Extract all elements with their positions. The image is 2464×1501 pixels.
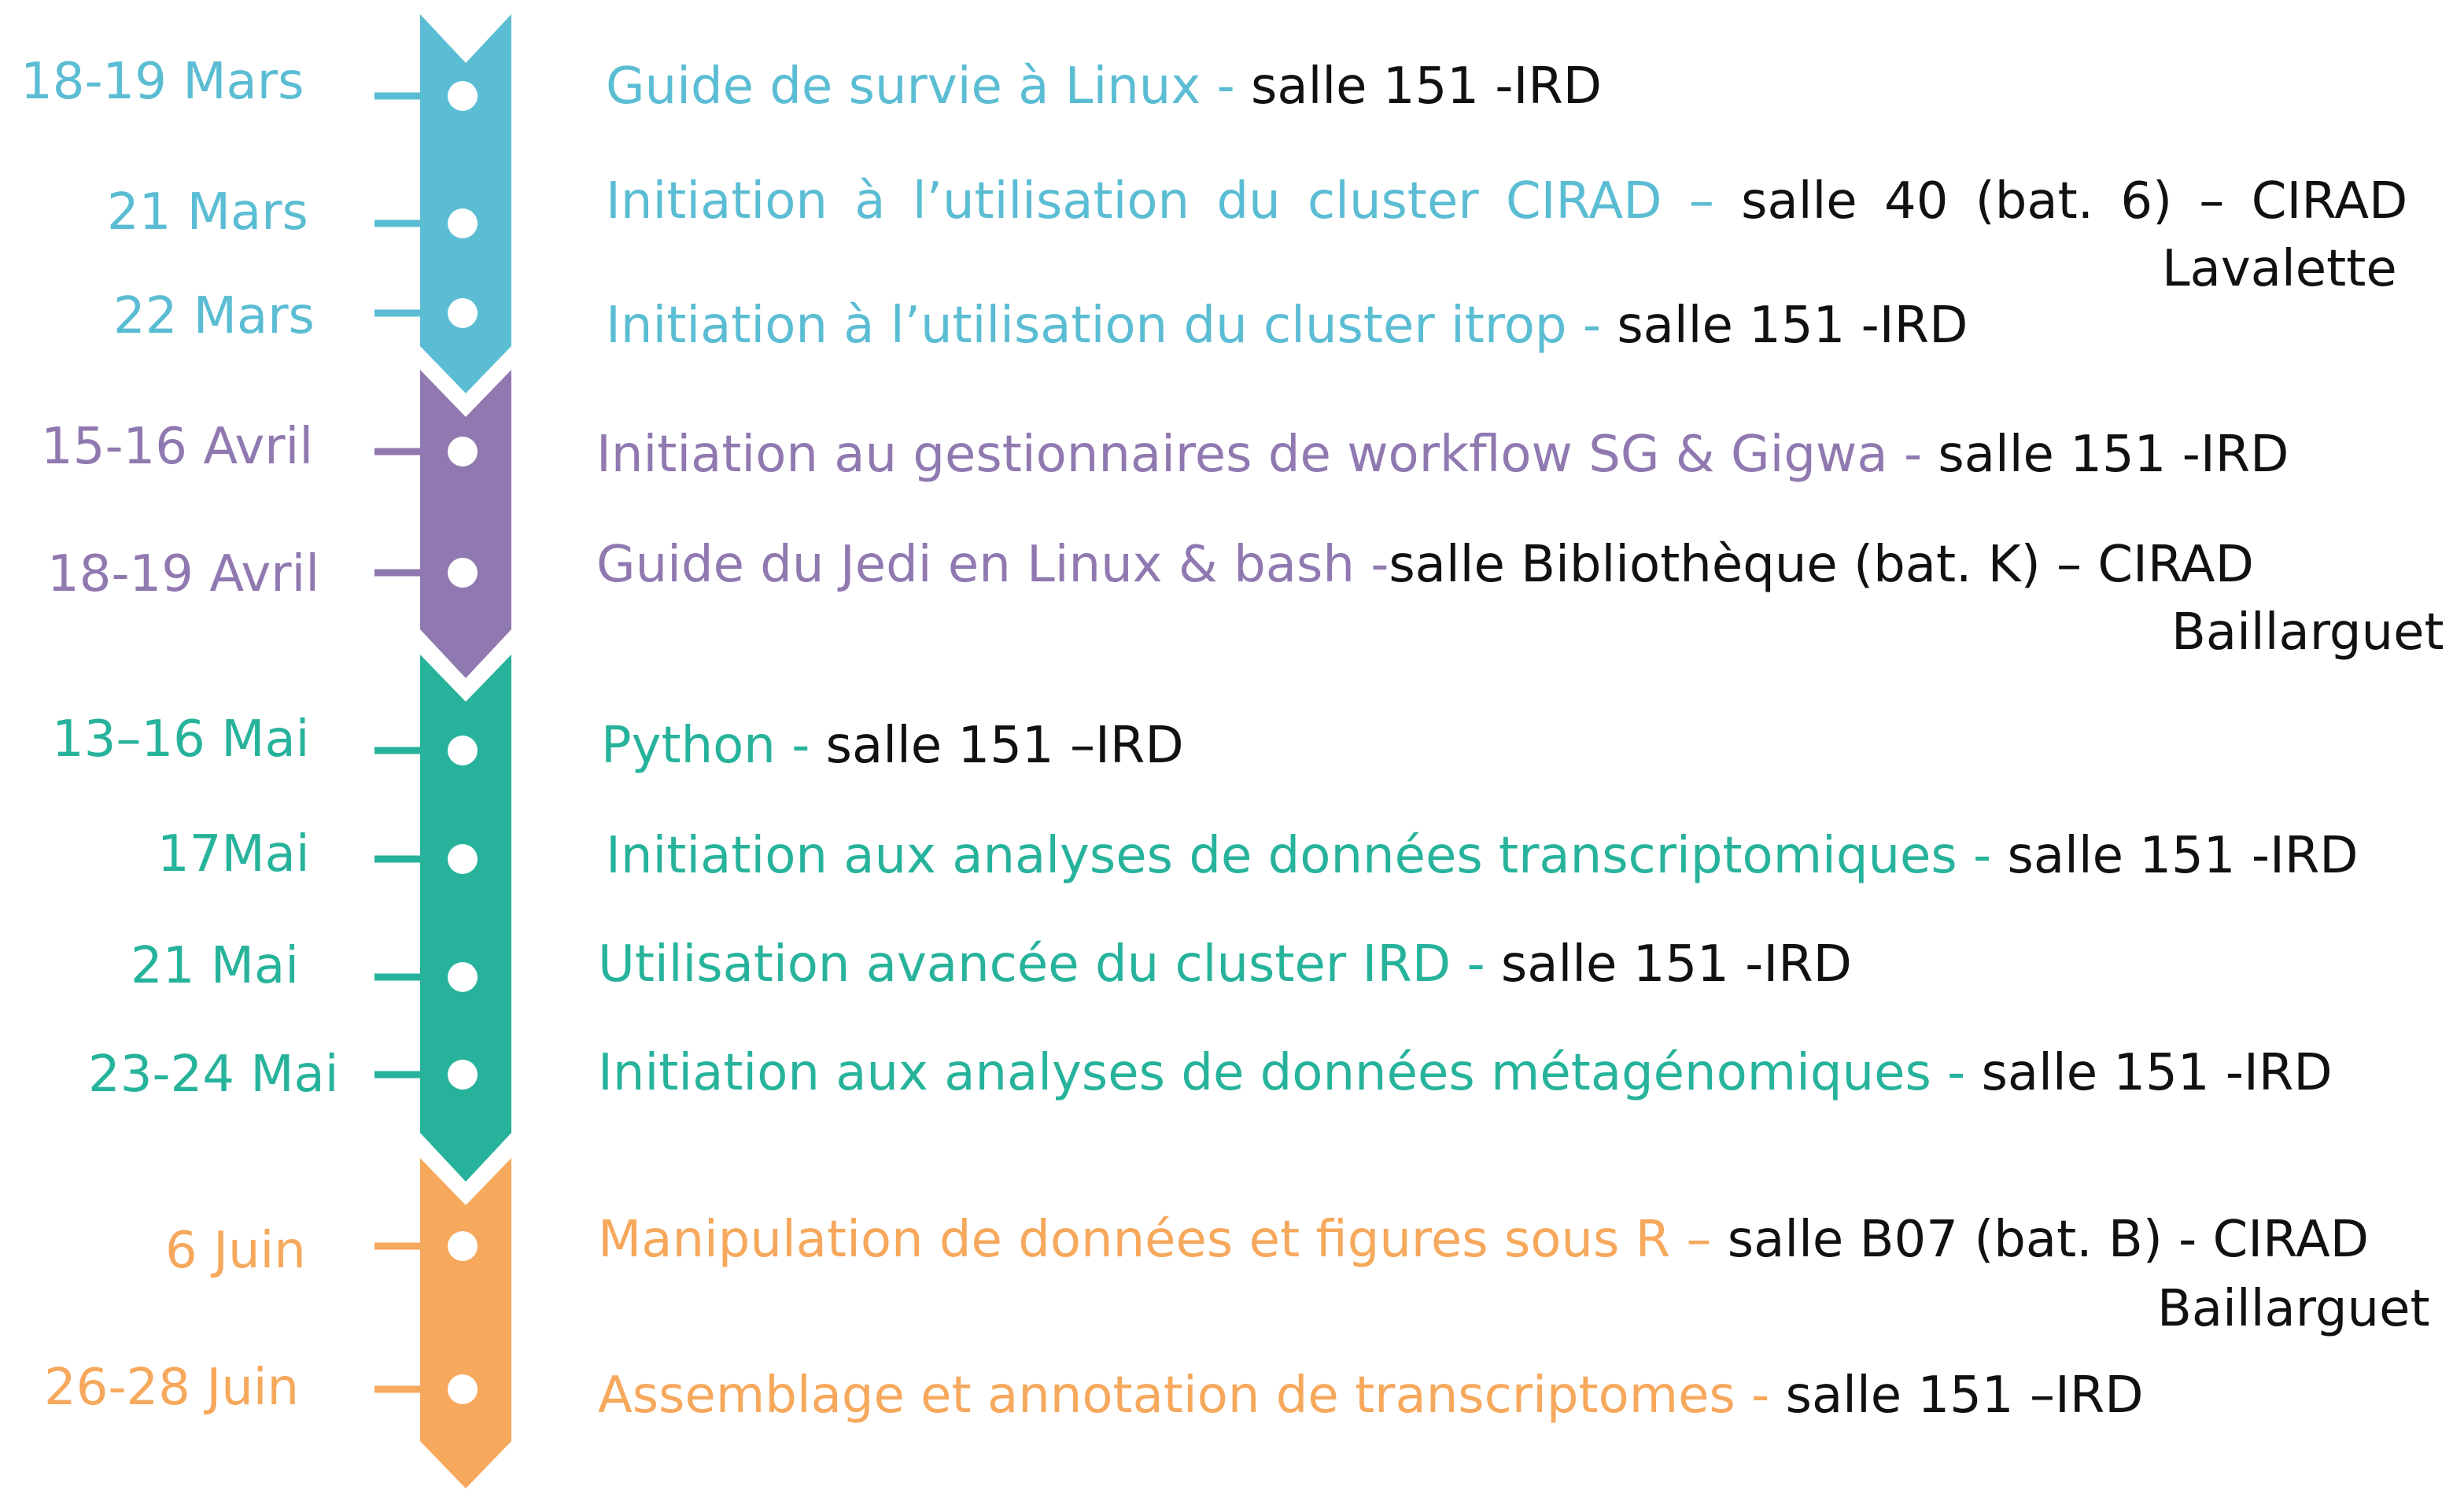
event-separator: - — [1354, 536, 1389, 594]
event-date: 15-16 Avril — [41, 418, 314, 476]
event-location: salle 151 -IRD — [1617, 297, 1968, 355]
event-location: salle 151 -IRD — [1938, 426, 2289, 484]
event-entry: Guide de survie à Linux - salle 151 -IRD — [606, 61, 1602, 112]
event-entry: Utilisation avancée du cluster IRD - sal… — [598, 939, 1852, 990]
event-separator: – — [1670, 1211, 1728, 1269]
event-location-continuation: Lavalette — [2162, 240, 2397, 298]
event-location: salle 151 –IRD — [1785, 1366, 2144, 1425]
event-title: Python — [601, 717, 776, 775]
event-entry: Assemblage et annotation de transcriptom… — [598, 1370, 2144, 1421]
event-entry: Initiation à l’utilisation du cluster CI… — [606, 176, 2407, 227]
event-title: Assemblage et annotation de transcriptom… — [598, 1366, 1735, 1425]
event-location: salle 151 -IRD — [1500, 935, 1852, 994]
segment-march — [420, 14, 511, 393]
event-title: Initiation à l’utilisation du cluster CI… — [606, 172, 1662, 230]
event-title: Initiation à l’utilisation du cluster it… — [606, 297, 1567, 355]
event-date: 17Mai — [157, 825, 310, 883]
event-date: 18-19 Avril — [47, 545, 320, 603]
event-location-continuation: Baillarguet — [2171, 603, 2444, 662]
event-title: Guide de survie à Linux — [606, 57, 1201, 116]
event-entry: Initiation à l’utilisation du cluster it… — [606, 301, 1968, 351]
event-date: 26-28 Juin — [44, 1359, 300, 1417]
event-separator: - — [1887, 426, 1938, 484]
timeline-dot — [448, 844, 478, 874]
event-separator: - — [1931, 1044, 1982, 1102]
segment-june — [420, 1158, 511, 1488]
timeline-dot — [448, 208, 478, 238]
event-location-continuation: Baillarguet — [2157, 1280, 2430, 1338]
event-date: 23-24 Mai — [88, 1046, 339, 1104]
event-separator: - — [1451, 935, 1501, 994]
event-location: salle 151 –IRD — [825, 717, 1184, 775]
event-separator: - — [1957, 827, 2008, 885]
timeline-dot — [448, 962, 478, 992]
timeline-dot — [448, 558, 478, 588]
event-separator: - — [1566, 297, 1617, 355]
event-location: salle Bibliothèque (bat. K) – CIRAD — [1389, 536, 2254, 594]
timeline-dot — [448, 1231, 478, 1261]
event-entry: Manipulation de données et figures sous … — [598, 1215, 2369, 1265]
segment-may — [420, 655, 511, 1182]
event-location: salle 151 -IRD — [2007, 827, 2359, 885]
event-entry: Python - salle 151 –IRD — [601, 721, 1184, 771]
event-location: salle B07 (bat. B) - CIRAD — [1727, 1211, 2370, 1269]
timeline-dot — [448, 1060, 478, 1090]
event-date: 21 Mars — [107, 183, 308, 242]
event-separator: - — [1735, 1366, 1786, 1425]
timeline-dot — [448, 298, 478, 328]
timeline-dot — [448, 1374, 478, 1404]
event-title: Utilisation avancée du cluster IRD — [598, 935, 1451, 994]
event-date: 18-19 Mars — [20, 53, 304, 111]
timeline-dot — [448, 437, 478, 467]
event-location: salle 151 -IRD — [1981, 1044, 2333, 1102]
timeline-dot — [448, 736, 478, 765]
event-date: 22 Mars — [113, 287, 315, 345]
event-entry: Guide du Jedi en Linux & bash -salle Bib… — [596, 540, 2254, 590]
event-date: 21 Mai — [131, 937, 299, 995]
timeline-dot — [448, 81, 478, 111]
event-separator: – — [1662, 172, 1742, 230]
event-entry: Initiation au gestionnaires de workflow … — [596, 430, 2289, 480]
event-title: Manipulation de données et figures sous … — [598, 1211, 1671, 1269]
event-date: 6 Juin — [165, 1222, 306, 1280]
event-title: Initiation aux analyses de données trans… — [606, 827, 1957, 885]
event-location: salle 40 (bat. 6) – CIRAD — [1741, 172, 2408, 230]
event-location: salle 151 -IRD — [1251, 57, 1603, 116]
event-title: Guide du Jedi en Linux & bash — [596, 536, 1355, 594]
event-entry: Initiation aux analyses de données métag… — [598, 1048, 2333, 1098]
event-separator: - — [775, 717, 826, 775]
event-date: 13–16 Mai — [52, 710, 310, 769]
segment-april — [420, 370, 511, 678]
event-separator: - — [1201, 57, 1251, 116]
event-title: Initiation au gestionnaires de workflow … — [596, 426, 1888, 484]
event-entry: Initiation aux analyses de données trans… — [606, 831, 2359, 881]
event-title: Initiation aux analyses de données métag… — [598, 1044, 1931, 1102]
